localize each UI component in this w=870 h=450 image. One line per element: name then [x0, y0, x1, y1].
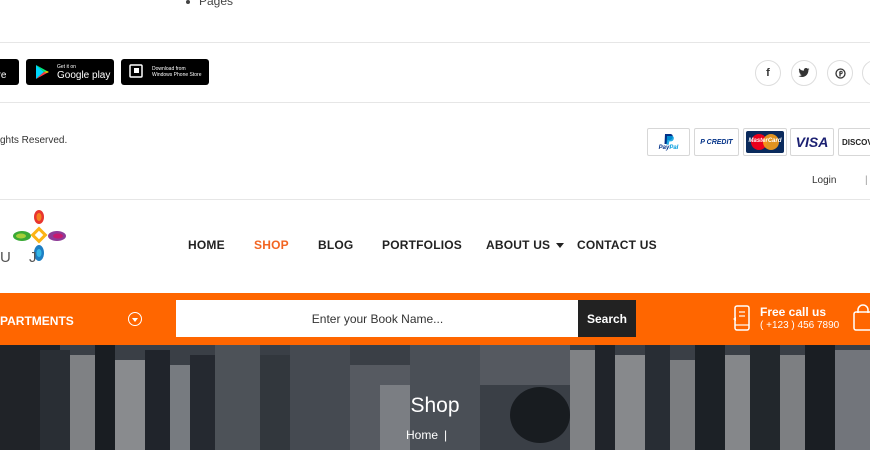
search-input[interactable] — [176, 300, 579, 337]
nav-contact-us[interactable]: CONTACT US — [577, 238, 657, 252]
nav-about-us-label: ABOUT US — [486, 238, 551, 252]
departments-label[interactable]: PARTMENTS — [0, 314, 74, 328]
twitter-icon[interactable] — [791, 60, 817, 86]
nav-home[interactable]: HOME — [188, 238, 225, 252]
breadcrumb-separator: | — [444, 428, 448, 442]
topbar-separator: | — [865, 175, 868, 186]
nav-portfolios[interactable]: PORTFOLIOS — [382, 238, 462, 252]
page-title: Shop — [410, 394, 460, 417]
nav-blog[interactable]: BLOG — [318, 238, 353, 252]
page: Pages the ore Get it on Google play — [0, 0, 870, 450]
caret-down-icon — [556, 243, 565, 249]
search-button[interactable]: Search — [578, 300, 636, 337]
paypal-credit-logo: P CREDIT — [694, 128, 739, 156]
nav-about-us[interactable]: ABOUT US — [486, 238, 565, 252]
mastercard-logo: MasterCard — [743, 128, 787, 156]
logo-text: U J — [0, 249, 44, 266]
divider — [0, 102, 870, 103]
copyright-text: ghts Reserved. — [0, 135, 68, 146]
mastercard-text: MasterCard — [748, 138, 782, 144]
nav-shop[interactable]: SHOP — [254, 238, 289, 252]
windows-store-line2: Windows Phone Store — [152, 72, 202, 78]
visa-text: VISA — [795, 134, 829, 150]
breadcrumb-home[interactable]: Home — [406, 428, 438, 442]
google-play-badge[interactable]: Get it on Google play — [26, 59, 114, 85]
google-play-icon — [33, 63, 51, 81]
paypal-logo: PayPal — [647, 128, 690, 156]
shopping-bag-icon[interactable] — [852, 304, 870, 332]
google-play-big-text: Google play — [57, 69, 111, 81]
windows-phone-icon — [128, 63, 146, 81]
phone-icon — [732, 305, 754, 333]
windows-store-badge[interactable]: Download from Windows Phone Store — [121, 59, 209, 85]
footer-link-pages[interactable]: Pages — [199, 0, 233, 8]
footer-list-item[interactable]: Pages — [186, 0, 233, 8]
paypal-text-pay: Pay — [658, 145, 670, 151]
pinterest-icon[interactable] — [827, 60, 853, 86]
paypal-credit-text: P CREDIT — [700, 138, 733, 146]
bullet-icon — [186, 0, 190, 4]
divider — [0, 199, 870, 200]
discover-logo: DISCOV — [838, 128, 870, 156]
app-store-big-text: ore — [0, 69, 7, 81]
site-logo[interactable]: U J — [0, 209, 70, 271]
discover-text: DISCOV — [842, 137, 870, 147]
login-link[interactable]: Login — [812, 175, 836, 186]
more-icon[interactable] — [862, 60, 870, 86]
paypal-text-pal: Pal — [669, 145, 679, 151]
departments-dropdown-icon[interactable] — [128, 312, 142, 326]
call-number[interactable]: ( +123 ) 456 7890 — [760, 320, 839, 331]
app-store-badge[interactable]: the ore — [0, 59, 19, 85]
divider — [0, 42, 870, 43]
free-call-title: Free call us — [760, 305, 827, 319]
facebook-icon[interactable]: f — [755, 60, 781, 86]
visa-logo: VISA — [790, 128, 834, 156]
